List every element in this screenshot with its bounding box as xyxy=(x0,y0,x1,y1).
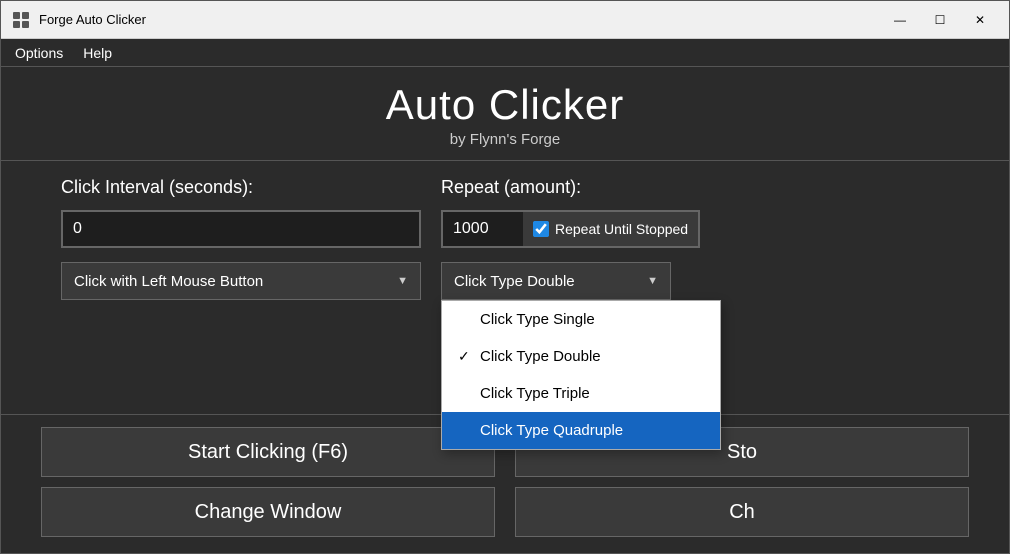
click-type-label: Click Type Double xyxy=(454,273,575,290)
ch-button[interactable]: Ch xyxy=(515,487,969,537)
interval-input[interactable] xyxy=(61,210,421,248)
repeat-input[interactable] xyxy=(443,212,523,246)
menu-help[interactable]: Help xyxy=(73,41,122,65)
btn-row-2: Change Window Ch xyxy=(41,487,969,537)
click-type-single-item[interactable]: Click Type Single xyxy=(442,301,720,338)
click-type-dropdown[interactable]: Click Type Double ▼ xyxy=(441,262,671,300)
click-type-double-item[interactable]: ✓ Click Type Double xyxy=(442,338,720,375)
title-bar: Forge Auto Clicker — ☐ ✕ xyxy=(1,1,1009,39)
app-title: Auto Clicker xyxy=(1,81,1009,129)
window-controls: — ☐ ✕ xyxy=(881,5,999,35)
click-type-dropdown-menu: Click Type Single ✓ Click Type Double Cl… xyxy=(441,300,721,450)
double-check-icon: ✓ xyxy=(458,348,472,365)
inputs-row: Repeat Until Stopped xyxy=(61,210,949,248)
repeat-checkbox-area: Repeat Until Stopped xyxy=(523,212,698,246)
minimize-button[interactable]: — xyxy=(881,5,919,35)
window-title: Forge Auto Clicker xyxy=(39,12,881,27)
interval-label: Click Interval (seconds): xyxy=(61,177,421,198)
menu-bar: Options Help xyxy=(1,39,1009,67)
click-type-triple-item[interactable]: Click Type Triple xyxy=(442,375,720,412)
menu-options[interactable]: Options xyxy=(5,41,73,65)
repeat-label: Repeat (amount): xyxy=(441,177,581,198)
start-clicking-button[interactable]: Start Clicking (F6) xyxy=(41,427,495,477)
mouse-button-dropdown[interactable]: Click with Left Mouse Button ▼ xyxy=(61,262,421,300)
maximize-button[interactable]: ☐ xyxy=(921,5,959,35)
main-content: Click Interval (seconds): Repeat (amount… xyxy=(1,161,1009,414)
click-type-quadruple-label: Click Type Quadruple xyxy=(480,422,623,439)
labels-row: Click Interval (seconds): Repeat (amount… xyxy=(61,177,949,198)
header-section: Auto Clicker by Flynn's Forge xyxy=(1,67,1009,161)
click-type-arrow-icon: ▼ xyxy=(647,275,658,287)
repeat-until-label: Repeat Until Stopped xyxy=(555,221,688,237)
close-button[interactable]: ✕ xyxy=(961,5,999,35)
mouse-button-label: Click with Left Mouse Button xyxy=(74,273,263,290)
click-type-single-label: Click Type Single xyxy=(480,311,595,328)
repeat-until-stopped-checkbox[interactable] xyxy=(533,221,549,237)
click-type-double-label: Click Type Double xyxy=(480,348,601,365)
change-window-button[interactable]: Change Window xyxy=(41,487,495,537)
app-window: Forge Auto Clicker — ☐ ✕ Options Help Au… xyxy=(0,0,1010,554)
app-subtitle: by Flynn's Forge xyxy=(1,131,1009,148)
click-type-triple-label: Click Type Triple xyxy=(480,385,590,402)
dropdowns-row: Click with Left Mouse Button ▼ Click Typ… xyxy=(61,262,949,300)
app-icon xyxy=(11,10,31,30)
click-type-quadruple-item[interactable]: Click Type Quadruple xyxy=(442,412,720,449)
mouse-button-arrow-icon: ▼ xyxy=(397,275,408,287)
repeat-group: Repeat Until Stopped xyxy=(441,210,700,248)
